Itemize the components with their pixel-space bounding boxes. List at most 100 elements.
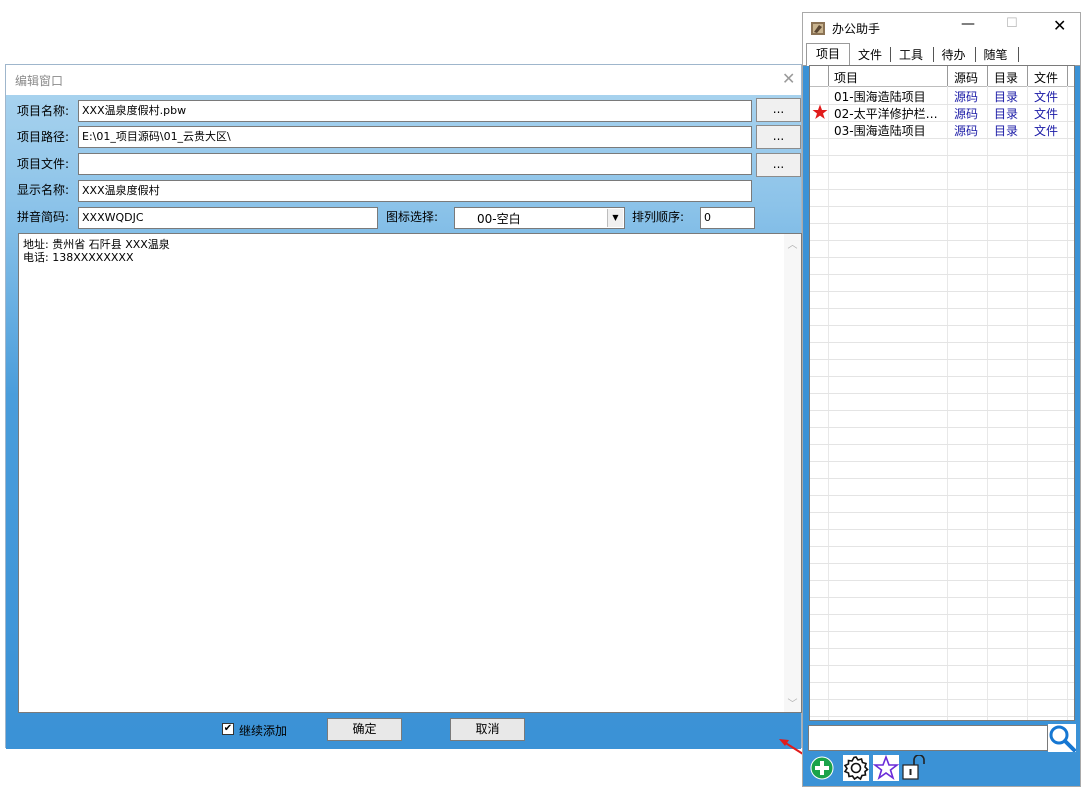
tab-separator [933,47,934,62]
file-link[interactable]: 文件 [1034,88,1058,105]
maximize-icon[interactable]: ☐ [1006,16,1018,31]
app-icon [811,22,825,35]
grid-row-line [810,529,1074,530]
grid-row-line [810,427,1074,428]
display-name-label: 显示名称: [17,183,70,197]
edit-window: 编辑窗口 ✕ 项目名称: XXX温泉度假村.pbw ... 项目路径: E:\0… [5,64,802,749]
search-icon[interactable] [1048,724,1076,752]
chevron-down-icon[interactable]: ▼ [607,209,623,227]
list-grid [810,66,1074,720]
icon-select-value: 00-空白 [477,212,521,226]
display-name-input[interactable]: XXX温泉度假村 [78,180,752,202]
notes-textarea[interactable]: 地址: 贵州省 石阡县 XXX温泉 电话: 138XXXXXXXX ︿ ﹀ [18,233,802,713]
grid-row-line [810,563,1074,564]
assistant-title: 办公助手 [832,22,881,36]
pinyin-code-label: 拼音简码: [17,210,70,224]
grid-row-line [810,614,1074,615]
list-row[interactable]: 02-太平洋修护栏… 源码 目录 文件 [810,104,1074,121]
list-row[interactable]: 01-围海造陆项目 源码 目录 文件 [810,87,1074,104]
icon-select-dropdown[interactable]: 00-空白 ▼ [454,207,625,229]
grid-row-line [810,444,1074,445]
lock-icon[interactable] [901,755,929,781]
continue-add-label[interactable]: 继续添加 [239,722,287,739]
grid-row-line [810,155,1074,156]
notes-line: 电话: 138XXXXXXXX [23,251,134,264]
project-name-cell[interactable]: 03-围海造陆项目 [834,122,926,139]
tab-projects[interactable]: 项目 [806,43,850,66]
star-icon[interactable] [873,755,899,781]
grid-row-line [810,648,1074,649]
file-link[interactable]: 文件 [1034,122,1058,139]
project-name-cell[interactable]: 02-太平洋修护栏… [834,105,938,122]
directory-link[interactable]: 目录 [994,88,1018,105]
scroll-up-icon[interactable]: ︿ [784,236,801,251]
assistant-window: 办公助手 — ☐ ✕ 项目 文件 工具 待办 随笔 项目 源码 目录 文件 01… [802,12,1081,787]
project-file-label: 项目文件: [17,157,70,171]
project-path-label: 项目路径: [17,130,70,144]
minimize-icon[interactable]: — [961,16,975,32]
project-name-input[interactable]: XXX温泉度假村.pbw [78,100,752,122]
grid-row-line [810,512,1074,513]
tab-separator [890,47,891,62]
notes-line: 地址: 贵州省 石阡县 XXX温泉 [23,238,170,251]
grid-row-line [810,631,1074,632]
grid-row-line [810,342,1074,343]
project-path-browse-button[interactable]: ... [756,125,801,149]
grid-row-line [810,274,1074,275]
grid-column-line [1027,86,1028,720]
directory-link[interactable]: 目录 [994,105,1018,122]
project-name-label: 项目名称: [17,104,70,118]
source-link[interactable]: 源码 [954,88,978,105]
close-icon[interactable]: ✕ [782,69,795,88]
tab-todo[interactable]: 待办 [935,45,972,65]
grid-row-line [810,240,1074,241]
icon-select-label: 图标选择: [386,210,439,224]
grid-column-line [987,86,988,720]
tab-notes[interactable]: 随笔 [977,45,1014,65]
grid-row-line [810,376,1074,377]
grid-row-line [810,325,1074,326]
pinyin-code-input[interactable]: XXXWQDJC [78,207,378,229]
grid-column-line [1067,86,1068,720]
file-link[interactable]: 文件 [1034,105,1058,122]
edit-window-titlebar: 编辑窗口 ✕ [6,65,801,95]
close-icon[interactable]: ✕ [1053,16,1066,35]
assistant-tabs: 项目 文件 工具 待办 随笔 [803,43,1080,66]
sort-order-input[interactable]: 0 [700,207,755,229]
edit-form: 项目名称: XXX温泉度假村.pbw ... 项目路径: E:\01_项目源码\… [6,95,802,749]
continue-add-checkbox[interactable]: ✔ [222,723,234,735]
list-row[interactable]: 03-围海造陆项目 源码 目录 文件 [810,121,1074,138]
project-list[interactable]: 项目 源码 目录 文件 01-围海造陆项目 源码 目录 文件 02-太平洋修护栏… [809,65,1075,721]
project-name-cell[interactable]: 01-围海造陆项目 [834,88,926,105]
grid-row-line [810,478,1074,479]
gear-icon[interactable] [843,755,869,781]
grid-row-line [810,580,1074,581]
project-file-input[interactable] [78,153,752,175]
tab-separator [975,47,976,62]
grid-column-line [947,86,948,720]
project-file-browse-button[interactable]: ... [756,153,801,177]
search-input[interactable] [808,725,1048,751]
grid-row-line [810,699,1074,700]
tab-tools[interactable]: 工具 [892,45,930,65]
grid-row-line [810,716,1074,717]
project-path-input[interactable]: E:\01_项目源码\01_云贵大区\ [78,126,752,148]
directory-link[interactable]: 目录 [994,122,1018,139]
add-icon[interactable] [810,756,834,780]
project-name-browse-button[interactable]: ... [756,98,801,122]
source-link[interactable]: 源码 [954,122,978,139]
tab-files[interactable]: 文件 [852,45,888,65]
grid-row-line [810,393,1074,394]
ok-button[interactable]: 确定 [327,718,402,741]
grid-row-line [810,172,1074,173]
edit-window-title: 编辑窗口 [15,74,64,88]
grid-row-line [810,206,1074,207]
source-link[interactable]: 源码 [954,105,978,122]
star-marker-icon [812,104,828,119]
notes-scrollbar[interactable]: ︿ ﹀ [784,234,801,712]
scroll-down-icon[interactable]: ﹀ [784,695,801,710]
grid-row-line [810,308,1074,309]
grid-row-line [810,189,1074,190]
grid-row-line [810,410,1074,411]
cancel-button[interactable]: 取消 [450,718,525,741]
